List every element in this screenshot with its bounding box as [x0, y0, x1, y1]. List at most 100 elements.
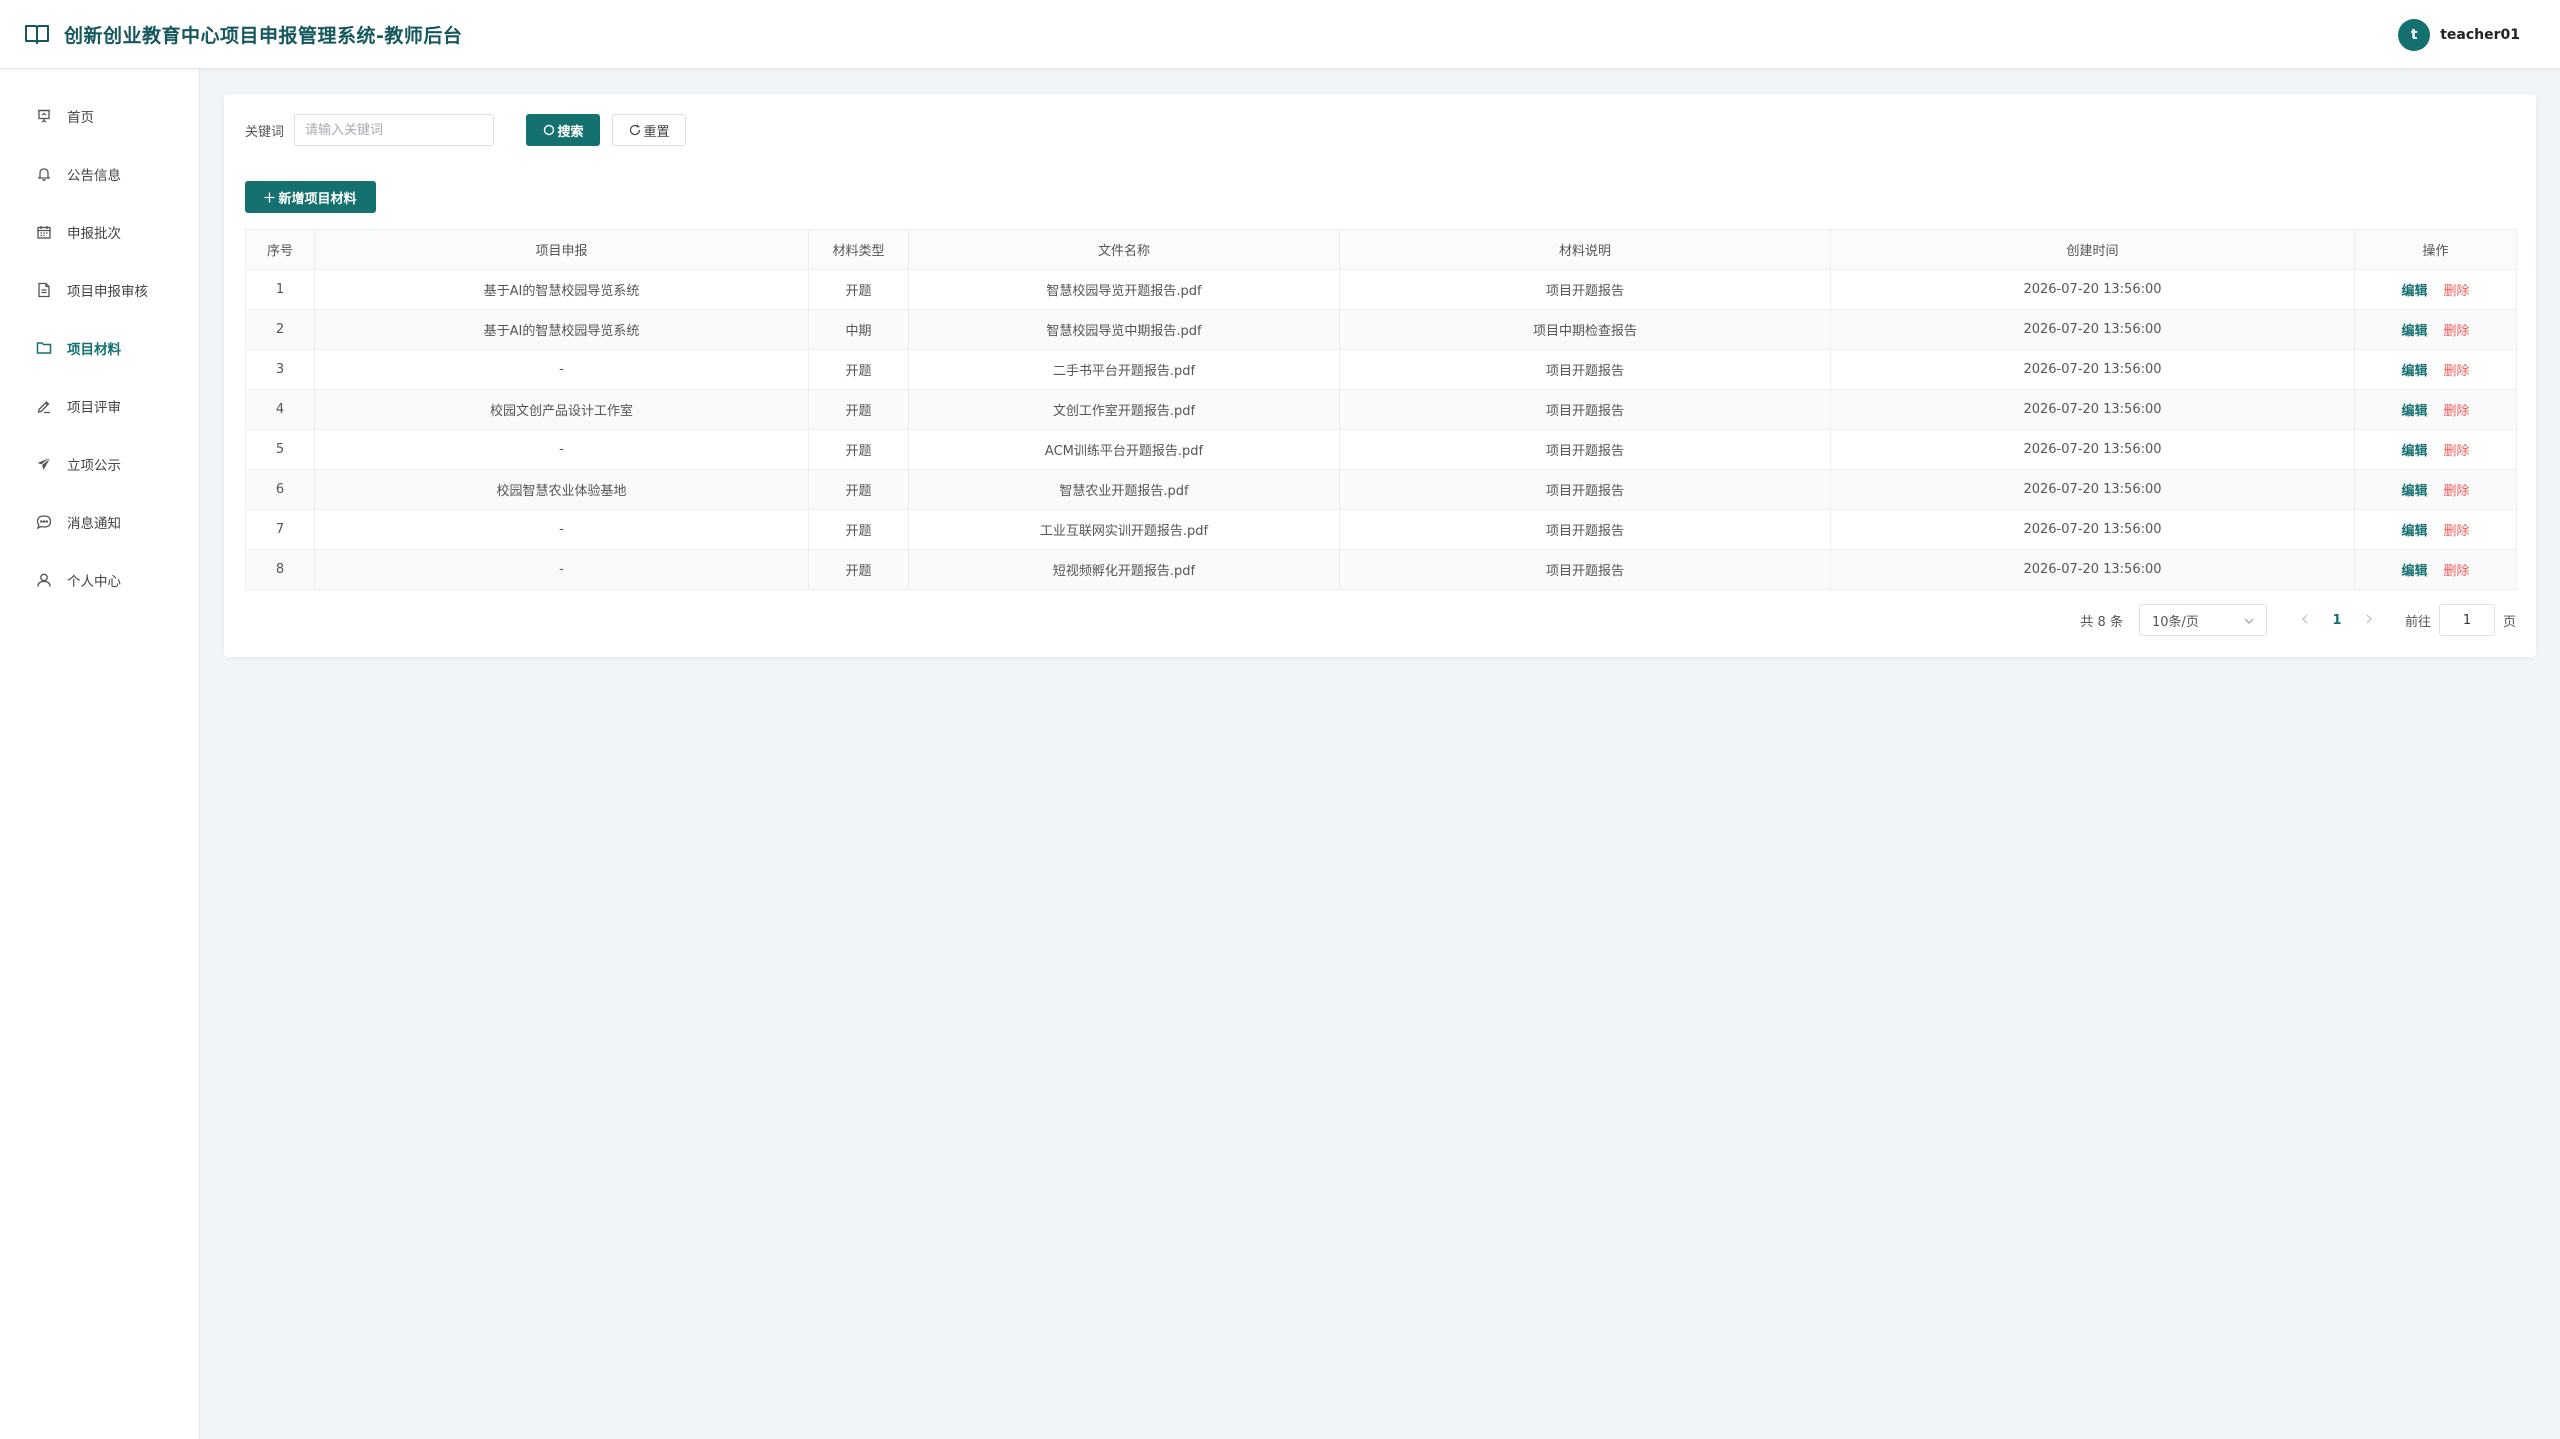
cell-created: 2026-07-20 13:56:00 [1830, 309, 2355, 350]
table-row: 4 校园文创产品设计工作室 开题 文创工作室开题报告.pdf 项目开题报告 20… [245, 389, 2517, 430]
goto-suffix: 页 [2502, 614, 2516, 630]
sidebar-item-evaluation[interactable]: 项目评审 [0, 377, 199, 435]
sidebar-item-profile[interactable]: 个人中心 [0, 551, 199, 609]
edit-link[interactable]: 编辑 [2401, 564, 2427, 579]
cell-created: 2026-07-20 13:56:00 [1830, 429, 2355, 470]
cell-actions: 编辑 删除 [2354, 549, 2517, 590]
sidebar-item-label: 申报批次 [67, 226, 121, 242]
reset-button-label: 重置 [643, 124, 670, 140]
cell-description: 项目中期检查报告 [1339, 309, 1831, 350]
sidebar-item-label: 项目材料 [67, 342, 121, 358]
cell-index: 5 [245, 429, 315, 470]
delete-link[interactable]: 删除 [2444, 484, 2470, 499]
chevron-left-icon [2302, 613, 2308, 628]
open-book-icon [24, 22, 52, 46]
pagination: 共 8 条 10条/页 1 前往 页 [2080, 604, 2516, 636]
delete-link[interactable]: 删除 [2444, 564, 2470, 579]
cell-file: 智慧农业开题报告.pdf [908, 469, 1340, 510]
edit-link[interactable]: 编辑 [2401, 324, 2427, 339]
document-icon [34, 280, 54, 300]
app-title: 创新创业教育中心项目申报管理系统-教师后台 [64, 24, 463, 47]
sidebar-item-home[interactable]: 首页 [0, 87, 199, 145]
cell-actions: 编辑 删除 [2354, 509, 2517, 550]
cell-file: 短视频孵化开题报告.pdf [908, 549, 1340, 590]
cell-type: 开题 [808, 269, 909, 310]
pen-icon [34, 396, 54, 416]
cell-actions: 编辑 删除 [2354, 389, 2517, 430]
cell-created: 2026-07-20 13:56:00 [1830, 469, 2355, 510]
table-row: 2 基于AI的智慧校园导览系统 中期 智慧校园导览中期报告.pdf 项目中期检查… [245, 309, 2517, 350]
cell-description: 项目开题报告 [1339, 389, 1831, 430]
column-header: 操作 [2354, 229, 2517, 270]
avatar[interactable]: t [2398, 19, 2431, 51]
cell-project: - [314, 549, 809, 590]
prev-page-button[interactable] [2289, 604, 2321, 636]
folder-icon [34, 338, 54, 358]
edit-link[interactable]: 编辑 [2401, 524, 2427, 539]
table-row: 5 - 开题 ACM训练平台开题报告.pdf 项目开题报告 2026-07-20… [245, 429, 2517, 470]
table-row: 7 - 开题 工业互联网实训开题报告.pdf 项目开题报告 2026-07-20… [245, 509, 2517, 550]
username[interactable]: teacher01 [2440, 27, 2520, 43]
delete-link[interactable]: 删除 [2444, 324, 2470, 339]
edit-link[interactable]: 编辑 [2401, 404, 2427, 419]
delete-link[interactable]: 删除 [2444, 444, 2470, 459]
chevron-down-icon [2244, 613, 2254, 628]
sidebar-item-label: 公告信息 [67, 168, 121, 184]
sidebar-item-notifications[interactable]: 消息通知 [0, 493, 199, 551]
sidebar-item-batches[interactable]: 申报批次 [0, 203, 199, 261]
refresh-icon [629, 124, 641, 136]
cell-actions: 编辑 删除 [2354, 349, 2517, 390]
sidebar-item-publicity[interactable]: 立项公示 [0, 435, 199, 493]
cell-created: 2026-07-20 13:56:00 [1830, 349, 2355, 390]
keyword-input[interactable] [294, 114, 495, 146]
search-button-label: 搜索 [557, 124, 584, 140]
cell-project: 基于AI的智慧校园导览系统 [314, 309, 809, 350]
goto-page-input[interactable] [2438, 604, 2495, 636]
cell-project: - [314, 429, 809, 470]
sidebar-item-label: 个人中心 [67, 574, 121, 590]
sidebar-item-review-applications[interactable]: 项目申报审核 [0, 261, 199, 319]
page-size-select[interactable]: 10条/页 [2138, 604, 2267, 636]
table-row: 8 - 开题 短视频孵化开题报告.pdf 项目开题报告 2026-07-20 1… [245, 549, 2517, 590]
user-icon [34, 570, 54, 590]
cell-index: 2 [245, 309, 315, 350]
delete-link[interactable]: 删除 [2444, 524, 2470, 539]
calendar-icon [34, 222, 54, 242]
edit-link[interactable]: 编辑 [2401, 284, 2427, 299]
delete-link[interactable]: 删除 [2444, 404, 2470, 419]
sidebar-item-label: 首页 [67, 110, 94, 126]
sidebar-item-announcements[interactable]: 公告信息 [0, 145, 199, 203]
user-menu[interactable]: t teacher01 [2398, 19, 2520, 51]
cell-type: 中期 [808, 309, 909, 350]
keyword-label: 关键词 [245, 124, 285, 140]
page-number-current[interactable]: 1 [2321, 604, 2353, 636]
cell-description: 项目开题报告 [1339, 269, 1831, 310]
table-row: 1 基于AI的智慧校园导览系统 开题 智慧校园导览开题报告.pdf 项目开题报告… [245, 269, 2517, 310]
add-material-button[interactable]: 新增项目材料 [245, 181, 376, 213]
goto-label: 前往 [2404, 614, 2431, 630]
cell-index: 8 [245, 549, 315, 590]
search-button[interactable]: 搜索 [526, 114, 601, 146]
cell-file: 工业互联网实训开题报告.pdf [908, 509, 1340, 550]
delete-link[interactable]: 删除 [2444, 284, 2470, 299]
cell-created: 2026-07-20 13:56:00 [1830, 549, 2355, 590]
cell-actions: 编辑 删除 [2354, 269, 2517, 310]
sidebar-item-label: 消息通知 [67, 516, 121, 532]
column-header: 材料类型 [808, 229, 909, 270]
search-icon [543, 124, 555, 136]
edit-link[interactable]: 编辑 [2401, 444, 2427, 459]
delete-link[interactable]: 删除 [2444, 364, 2470, 379]
column-header: 序号 [245, 229, 315, 270]
edit-link[interactable]: 编辑 [2401, 484, 2427, 499]
sidebar-item-materials[interactable]: 项目材料 [0, 319, 199, 377]
chat-bubble-icon [34, 512, 54, 532]
cell-project: 校园智慧农业体验基地 [314, 469, 809, 510]
bell-icon [34, 164, 54, 184]
cell-index: 6 [245, 469, 315, 510]
cell-index: 3 [245, 349, 315, 390]
edit-link[interactable]: 编辑 [2401, 364, 2427, 379]
next-page-button[interactable] [2353, 604, 2385, 636]
plus-icon [264, 192, 275, 203]
reset-button[interactable]: 重置 [612, 114, 687, 146]
total-count: 共 8 条 [2080, 614, 2123, 630]
